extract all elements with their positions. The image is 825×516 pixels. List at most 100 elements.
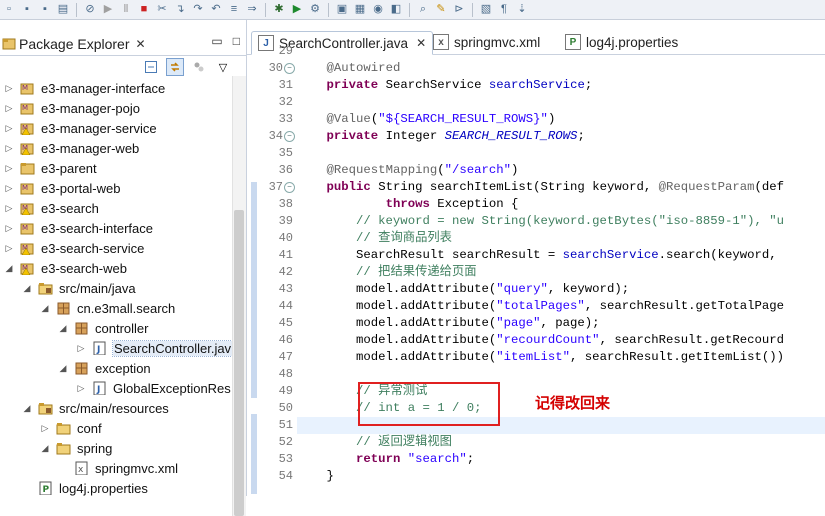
resume-icon[interactable]: ▶ bbox=[101, 3, 115, 17]
tree-item[interactable]: ◢ src/main/resources bbox=[22, 398, 169, 418]
tree-item[interactable]: ◢ controller bbox=[58, 318, 149, 338]
save-all-icon[interactable]: ▪ bbox=[38, 3, 52, 17]
tree-item[interactable]: ▷ J SearchController.jav bbox=[76, 338, 234, 358]
step-over-icon[interactable]: ↷ bbox=[191, 3, 205, 17]
minimize-icon[interactable]: ▭ bbox=[211, 34, 222, 48]
code-line[interactable]: public String searchItemList(String keyw… bbox=[297, 179, 785, 196]
link-with-editor-icon[interactable] bbox=[166, 58, 184, 76]
tree-item[interactable]: ▷ Me3-search-service bbox=[4, 238, 145, 258]
external-tools-icon[interactable]: ⚙ bbox=[308, 3, 322, 17]
code-line[interactable]: } bbox=[297, 468, 334, 485]
new-package-icon[interactable]: ▦ bbox=[353, 3, 367, 17]
code-line[interactable]: model.addAttribute("query", keyword); bbox=[297, 281, 629, 298]
new-icon[interactable]: ▫ bbox=[2, 3, 16, 17]
tree-item[interactable]: ▷ Me3-manager-service bbox=[4, 118, 157, 138]
collapsed-arrow-icon[interactable]: ▷ bbox=[4, 203, 14, 214]
expanded-arrow-icon[interactable]: ◢ bbox=[40, 303, 50, 314]
collapse-all-icon[interactable] bbox=[142, 58, 160, 76]
code-line[interactable]: @Autowired bbox=[297, 60, 401, 77]
focus-active-icon[interactable] bbox=[190, 58, 208, 76]
tree-item[interactable]: ◢ cn.e3mall.search bbox=[40, 298, 176, 318]
code-line[interactable]: // 查询商品列表 bbox=[297, 230, 452, 247]
code-line[interactable]: SearchResult searchResult = searchServic… bbox=[297, 247, 784, 264]
suspend-icon[interactable]: Ⅱ bbox=[119, 3, 133, 17]
editor-tab[interactable]: Plog4j.properties bbox=[559, 31, 684, 53]
expanded-arrow-icon[interactable]: ◢ bbox=[22, 283, 32, 294]
tree-item[interactable]: ▷ J GlobalExceptionRes bbox=[76, 378, 231, 398]
expanded-arrow-icon[interactable]: ◢ bbox=[22, 403, 32, 414]
disconnect-icon[interactable]: ✂ bbox=[155, 3, 169, 17]
step-return-icon[interactable]: ↶ bbox=[209, 3, 223, 17]
new-class-icon[interactable]: ◉ bbox=[371, 3, 385, 17]
code-line[interactable]: model.addAttribute("itemList", searchRes… bbox=[297, 349, 784, 366]
fold-toggle-icon[interactable]: − bbox=[284, 63, 295, 74]
code-line[interactable]: // 返回逻辑视图 bbox=[297, 434, 452, 451]
collapsed-arrow-icon[interactable]: ▷ bbox=[4, 123, 14, 134]
code-line[interactable]: private SearchService searchService; bbox=[297, 77, 593, 94]
scrollbar-thumb[interactable] bbox=[234, 210, 244, 516]
collapsed-arrow-icon[interactable]: ▷ bbox=[4, 143, 14, 154]
fold-toggle-icon[interactable]: − bbox=[284, 182, 295, 193]
maximize-icon[interactable]: □ bbox=[233, 34, 240, 48]
collapsed-arrow-icon[interactable]: ▷ bbox=[76, 343, 86, 354]
view-menu-icon[interactable]: ▽ bbox=[214, 58, 232, 76]
show-whitespace-icon[interactable]: ¶ bbox=[497, 3, 511, 17]
fold-toggle-icon[interactable]: − bbox=[284, 131, 295, 142]
collapsed-arrow-icon[interactable]: ▷ bbox=[4, 183, 14, 194]
tree-item[interactable]: ▷ Me3-search bbox=[4, 198, 99, 218]
drop-to-frame-icon[interactable]: ≡ bbox=[227, 3, 241, 17]
save-icon[interactable]: ▪ bbox=[20, 3, 34, 17]
code-line[interactable]: throws Exception { bbox=[297, 196, 519, 213]
tree-item[interactable]: ▷ e3-parent bbox=[4, 158, 97, 178]
tree-item[interactable]: ▷ conf bbox=[40, 418, 102, 438]
collapsed-arrow-icon[interactable]: ▷ bbox=[4, 83, 14, 94]
expanded-arrow-icon[interactable]: ◢ bbox=[58, 323, 68, 334]
expanded-arrow-icon[interactable]: ◢ bbox=[58, 363, 68, 374]
search-icon[interactable]: ⌕ bbox=[416, 3, 430, 17]
collapsed-arrow-icon[interactable]: ▷ bbox=[4, 223, 14, 234]
code-line[interactable]: // 把结果传递给页面 bbox=[297, 264, 477, 281]
debug-icon[interactable]: ✱ bbox=[272, 3, 286, 17]
code-line[interactable]: model.addAttribute("recourdCount", searc… bbox=[297, 332, 784, 349]
tree-item[interactable]: ▷ Me3-search-interface bbox=[4, 218, 153, 238]
terminate-icon[interactable]: ■ bbox=[137, 3, 151, 17]
collapsed-arrow-icon[interactable]: ▷ bbox=[4, 163, 14, 174]
toggle-block-selection-icon[interactable]: ▧ bbox=[479, 3, 493, 17]
close-icon[interactable]: ✕ bbox=[136, 37, 146, 51]
collapsed-arrow-icon[interactable]: ▷ bbox=[76, 383, 86, 394]
code-line[interactable]: @RequestMapping("/search") bbox=[297, 162, 519, 179]
use-step-filters-icon[interactable]: ⇒ bbox=[245, 3, 259, 17]
collapsed-arrow-icon[interactable]: ▷ bbox=[4, 103, 14, 114]
collapsed-arrow-icon[interactable]: ▷ bbox=[4, 243, 14, 254]
tree-item[interactable]: ▷ Me3-manager-web bbox=[4, 138, 140, 158]
close-icon[interactable]: ✕ bbox=[416, 36, 426, 50]
expanded-arrow-icon[interactable]: ◢ bbox=[40, 443, 50, 454]
toggle-mark-occurrences-icon[interactable]: ✎ bbox=[434, 3, 448, 17]
tree-item[interactable]: ◢ Me3-search-web bbox=[4, 258, 127, 278]
print-icon[interactable]: ▤ bbox=[56, 3, 70, 17]
new-java-project-icon[interactable]: ▣ bbox=[335, 3, 349, 17]
tree-item[interactable]: ◢ src/main/java bbox=[22, 278, 136, 298]
tree-item[interactable]: ▷ Me3-manager-interface bbox=[4, 78, 166, 98]
run-icon[interactable]: ▶ bbox=[290, 3, 304, 17]
code-area[interactable]: @Autowired private SearchService searchS… bbox=[297, 56, 825, 496]
code-line[interactable]: model.addAttribute("totalPages", searchR… bbox=[297, 298, 784, 315]
code-line[interactable]: private Integer SEARCH_RESULT_ROWS; bbox=[297, 128, 585, 145]
tree-item[interactable]: ▷ Me3-portal-web bbox=[4, 178, 121, 198]
code-line[interactable]: return "search"; bbox=[297, 451, 474, 468]
package-explorer-tab[interactable]: Package Explorer ✕ bbox=[0, 33, 160, 55]
editor-tab[interactable]: x springmvc.xml bbox=[427, 31, 546, 53]
explorer-scrollbar[interactable] bbox=[232, 76, 246, 516]
pin-icon[interactable]: ⊳ bbox=[452, 3, 466, 17]
tree-item[interactable]: x springmvc.xml bbox=[58, 458, 178, 478]
step-into-icon[interactable]: ↴ bbox=[173, 3, 187, 17]
skip-breakpoints-icon[interactable]: ⊘ bbox=[83, 3, 97, 17]
tree-item[interactable]: ◢ exception bbox=[58, 358, 151, 378]
code-line[interactable]: @Value("${SEARCH_RESULT_ROWS}") bbox=[297, 111, 556, 128]
open-type-icon[interactable]: ◧ bbox=[389, 3, 403, 17]
tree-item[interactable]: ◢ spring bbox=[40, 438, 113, 458]
next-annotation-icon[interactable]: ⇣ bbox=[515, 3, 529, 17]
tree-item[interactable]: ▷ Me3-manager-pojo bbox=[4, 98, 140, 118]
tree-item[interactable]: Plog4j.properties bbox=[22, 478, 148, 498]
code-line[interactable]: // keyword = new String(keyword.getBytes… bbox=[297, 213, 784, 230]
